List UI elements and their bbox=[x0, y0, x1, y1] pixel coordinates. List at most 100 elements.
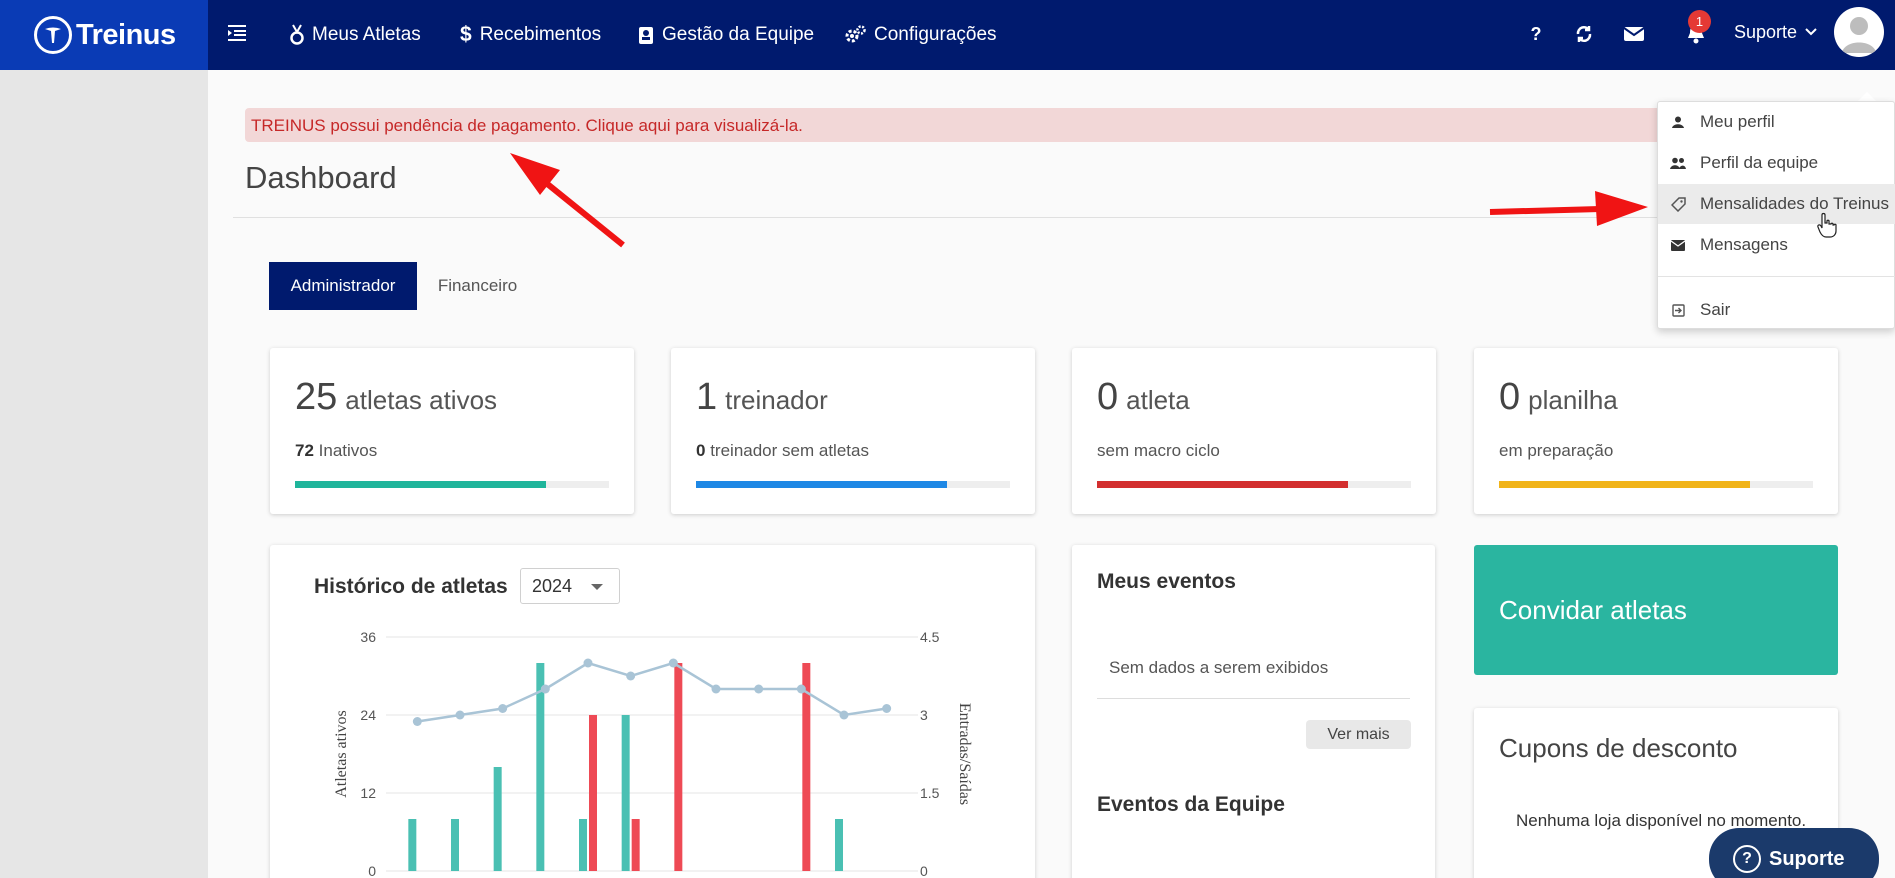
support-chat-button[interactable]: ? Suporte bbox=[1709, 828, 1879, 878]
menu-divider bbox=[1658, 276, 1895, 277]
stat-card-trainer: 1 treinador 0 treinador sem atletas bbox=[671, 348, 1035, 514]
progress-fill bbox=[1499, 481, 1751, 488]
stat-label: atleta bbox=[1126, 385, 1190, 415]
chart-point bbox=[711, 684, 721, 694]
stat-sub-value: 0 bbox=[696, 441, 706, 460]
id-card-icon bbox=[638, 25, 654, 45]
caret-down-icon bbox=[591, 584, 603, 590]
y-tick-label: 36 bbox=[360, 629, 376, 645]
tab-administrador[interactable]: Administrador bbox=[269, 262, 417, 310]
more-button[interactable]: Ver mais bbox=[1306, 720, 1411, 749]
tag-icon bbox=[1670, 196, 1686, 212]
y2-axis-label: Entradas/Saídas bbox=[956, 703, 973, 805]
tab-financeiro[interactable]: Financeiro bbox=[420, 262, 535, 310]
menu-toggle-icon[interactable] bbox=[226, 22, 250, 46]
payment-alert[interactable]: TREINUS possui pendência de pagamento. C… bbox=[245, 108, 1681, 142]
progress-fill bbox=[1097, 481, 1349, 488]
progress-bar bbox=[1499, 481, 1813, 488]
chart-bar bbox=[835, 819, 843, 871]
y-tick-label: 24 bbox=[360, 707, 376, 723]
stat-card-athletes: 25 atletas ativos 72 Inativos bbox=[270, 348, 634, 514]
menu-item-perfil-equipe[interactable]: Perfil da equipe bbox=[1658, 143, 1895, 183]
user-menu-toggle[interactable]: Suporte bbox=[1734, 0, 1817, 64]
nav-label: Configurações bbox=[874, 24, 997, 45]
chart-bar bbox=[536, 663, 545, 871]
user-dropdown-menu: Meu perfil Perfil da equipe Mensalidades… bbox=[1657, 101, 1895, 329]
top-navbar: Treinus Meus Atletas $ Recebimentos Gest… bbox=[0, 0, 1895, 70]
brand-logo[interactable]: Treinus bbox=[0, 0, 208, 70]
help-icon[interactable]: ? bbox=[1522, 20, 1550, 48]
stat-value: 25 bbox=[295, 376, 338, 418]
support-label: Suporte bbox=[1769, 847, 1845, 870]
chart-bar bbox=[451, 819, 459, 871]
logout-icon bbox=[1670, 303, 1686, 317]
y2-tick-label: 3 bbox=[920, 707, 928, 723]
progress-fill bbox=[295, 481, 547, 488]
progress-bar bbox=[1097, 481, 1411, 488]
menu-item-label: Sair bbox=[1700, 300, 1731, 319]
chart-bar bbox=[621, 715, 630, 871]
events-empty-text: Sem dados a serem exibidos bbox=[1109, 658, 1329, 677]
menu-item-label: Mensagens bbox=[1700, 235, 1788, 254]
chart-point bbox=[796, 684, 806, 694]
sync-icon[interactable] bbox=[1570, 20, 1598, 48]
nav-meus-atletas[interactable]: Meus Atletas bbox=[290, 0, 421, 70]
sidebar bbox=[0, 70, 208, 878]
dropdown-caret bbox=[1858, 92, 1876, 101]
nav-recebimentos[interactable]: $ Recebimentos bbox=[460, 0, 601, 70]
stat-label: treinador bbox=[725, 385, 828, 415]
chart-bar bbox=[674, 663, 683, 871]
menu-item-mensalidades[interactable]: Mensalidades do Treinus bbox=[1658, 184, 1895, 224]
stat-value: 0 bbox=[1499, 376, 1521, 418]
progress-bar bbox=[295, 481, 609, 488]
athlete-history-card: 0 0 12 1.5 24 3 36 4.5 Atletas ativos Entradas/Sa… bbox=[270, 545, 1035, 878]
chart-title: Histórico de atletas bbox=[314, 575, 508, 598]
chart-point bbox=[668, 658, 678, 668]
progress-fill bbox=[696, 481, 948, 488]
y2-tick-label: 4.5 bbox=[920, 629, 940, 645]
nav-gestao-equipe[interactable]: Gestão da Equipe bbox=[638, 0, 814, 70]
stat-sub-text: sem macro ciclo bbox=[1097, 441, 1220, 460]
nav-label: Recebimentos bbox=[479, 24, 602, 45]
progress-bar bbox=[696, 481, 1010, 488]
brand-name: Treinus bbox=[76, 18, 176, 51]
year-select[interactable]: 2024 bbox=[520, 568, 620, 604]
chart-point bbox=[498, 704, 508, 713]
chart-bar bbox=[579, 819, 587, 871]
chart-bar bbox=[493, 767, 502, 871]
medal-icon bbox=[290, 24, 304, 46]
chart-point bbox=[540, 684, 550, 694]
help-icon: ? bbox=[1733, 845, 1761, 873]
y-tick-label: 0 bbox=[368, 863, 376, 878]
stat-card-plans: 0 planilha em preparação bbox=[1474, 348, 1838, 514]
y-tick-label: 12 bbox=[360, 785, 376, 801]
gears-icon bbox=[844, 25, 866, 45]
chart-point bbox=[626, 671, 636, 681]
invite-athletes-button[interactable]: Convidar atletas bbox=[1474, 545, 1838, 675]
team-events-title: Eventos da Equipe bbox=[1097, 793, 1285, 816]
chart-bar bbox=[631, 819, 640, 871]
stat-sub-text: treinador sem atletas bbox=[710, 441, 869, 460]
stat-sub-value: 72 bbox=[295, 441, 314, 460]
people-icon bbox=[1670, 157, 1686, 169]
person-icon bbox=[1670, 116, 1686, 128]
stat-sub-text: em preparação bbox=[1499, 441, 1614, 460]
chart-point bbox=[412, 717, 422, 726]
menu-item-meu-perfil[interactable]: Meu perfil bbox=[1658, 102, 1895, 142]
chart-point bbox=[754, 684, 764, 694]
notification-badge: 1 bbox=[1688, 10, 1711, 33]
menu-item-label: Mensalidades do Treinus bbox=[1700, 194, 1890, 213]
user-label: Suporte bbox=[1734, 21, 1798, 42]
events-title: Meus eventos bbox=[1097, 570, 1236, 593]
menu-item-mensagens[interactable]: Mensagens bbox=[1658, 225, 1895, 265]
envelope-icon[interactable] bbox=[1620, 20, 1648, 48]
chart-point bbox=[455, 710, 465, 720]
avatar[interactable] bbox=[1834, 7, 1884, 57]
divider bbox=[233, 217, 1693, 218]
stat-label: atletas ativos bbox=[345, 385, 498, 415]
menu-item-label: Perfil da equipe bbox=[1700, 153, 1819, 172]
divider bbox=[1097, 698, 1410, 699]
menu-item-sair[interactable]: Sair bbox=[1658, 290, 1895, 330]
chart-point bbox=[839, 710, 849, 720]
nav-configuracoes[interactable]: Configurações bbox=[844, 0, 997, 70]
